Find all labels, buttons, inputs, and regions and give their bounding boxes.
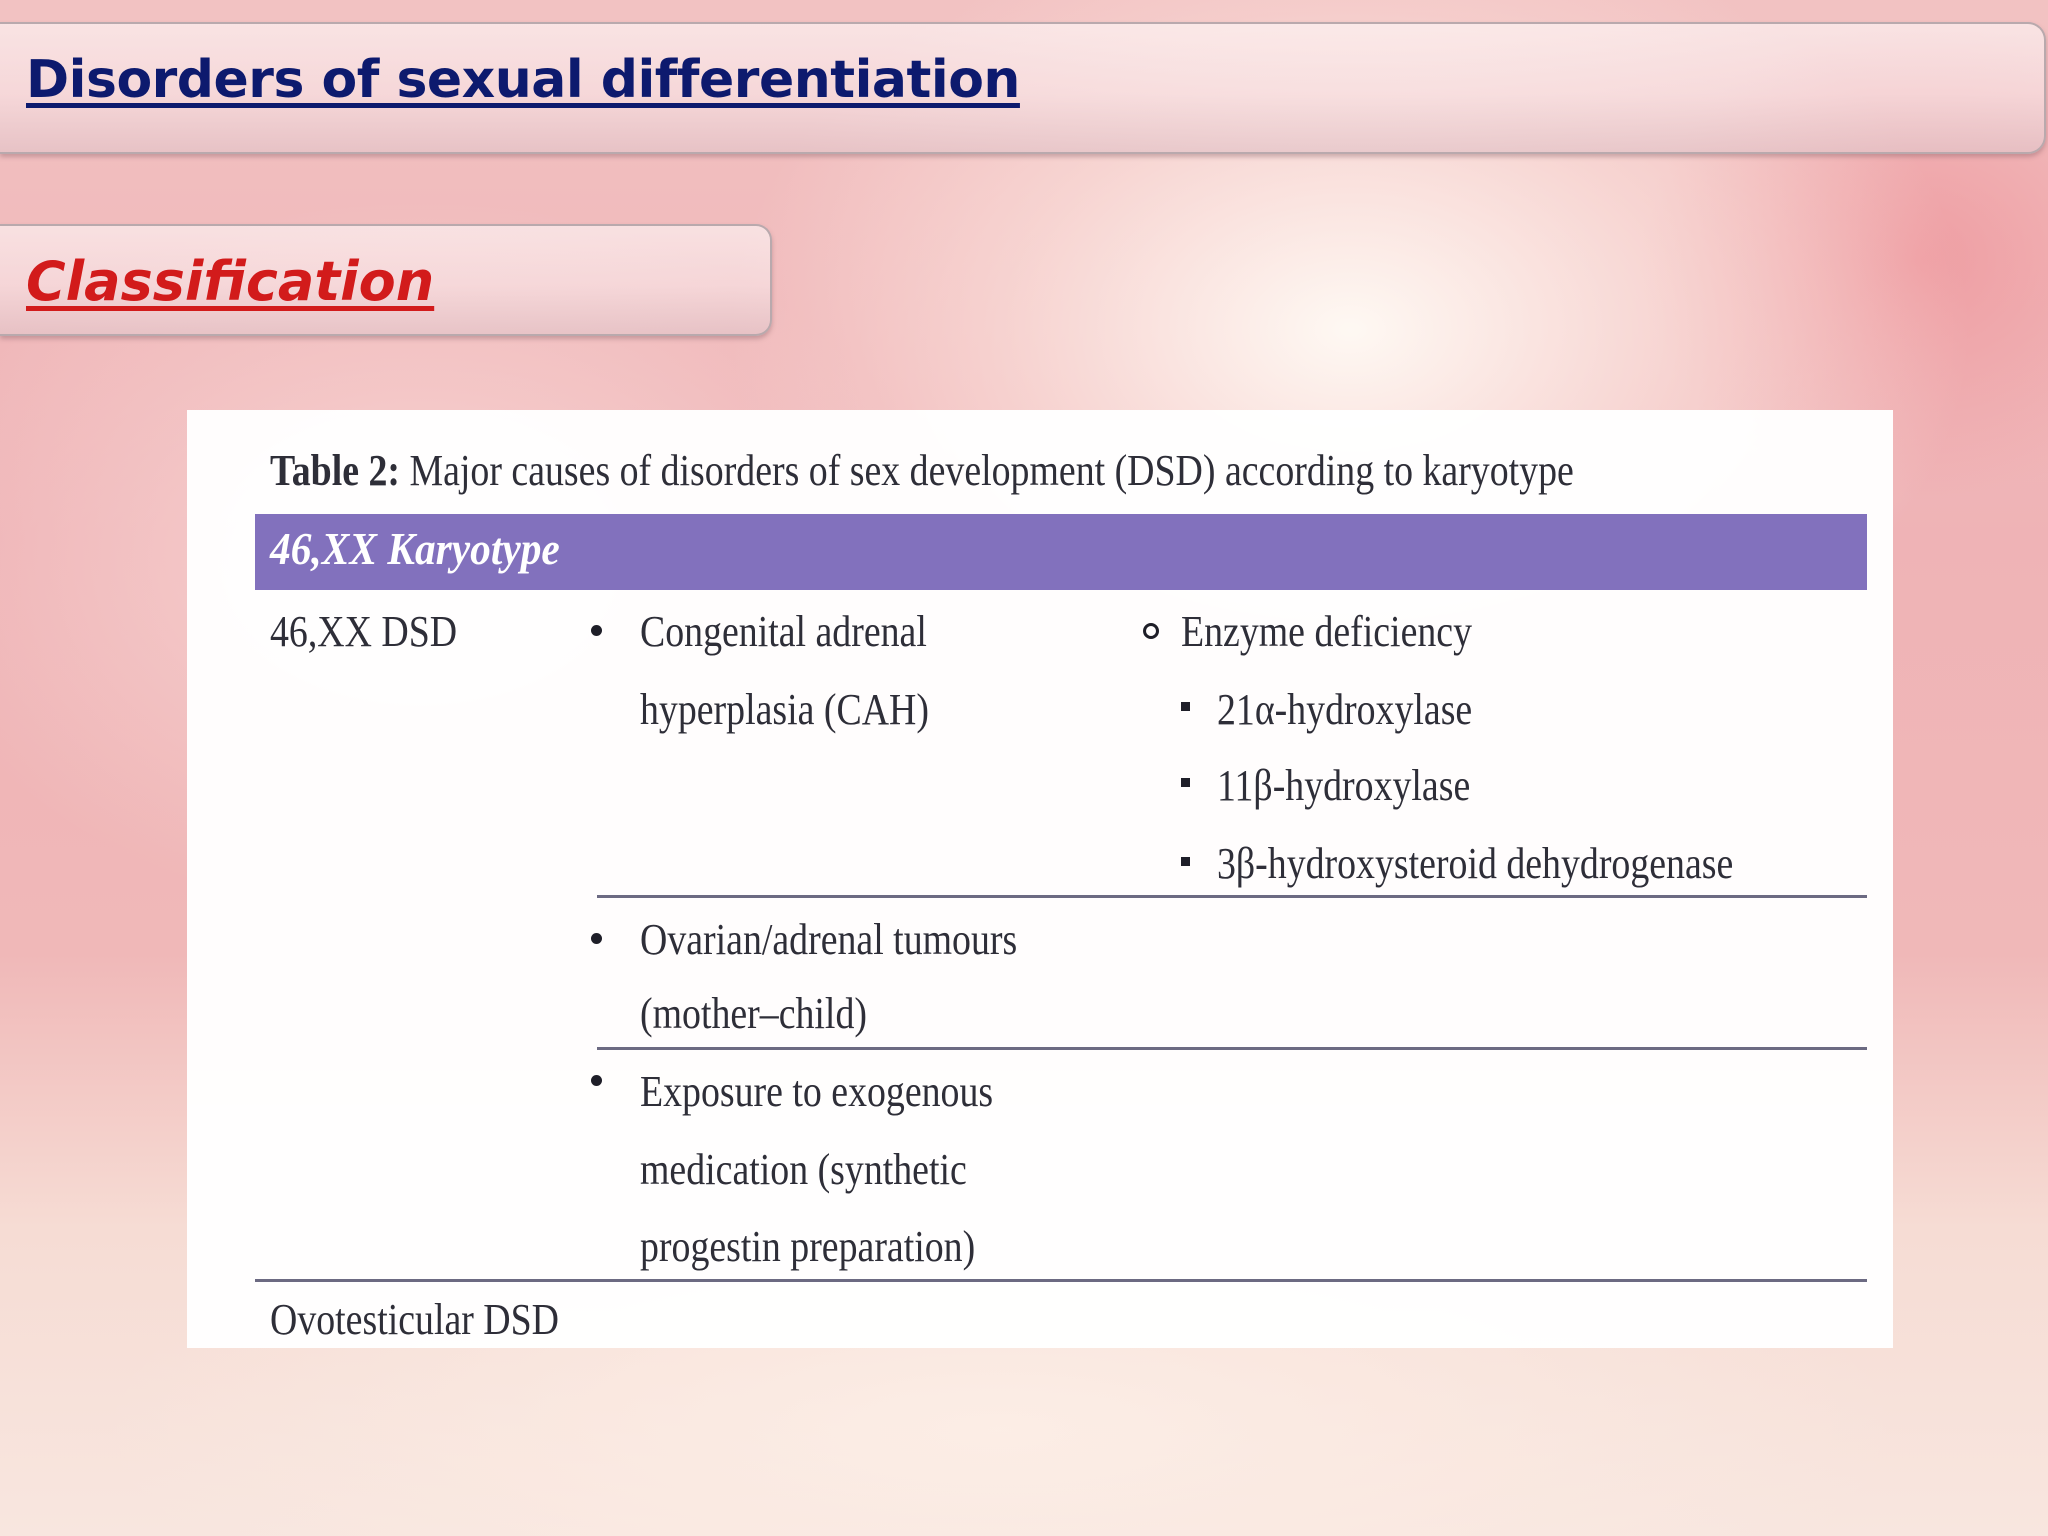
category-46xx-dsd: 46,XX DSD (270, 607, 458, 656)
cause-cah-line1: Congenital adrenal (640, 607, 927, 656)
table-caption: Table 2: Major causes of disorders of se… (270, 445, 1574, 496)
enzyme-detail: 3β-hydroxysteroid dehydrogenase (1217, 839, 1734, 888)
karyotype-header-text: 46,XX Karyotype (270, 523, 560, 574)
bullet-square-icon (1181, 778, 1190, 787)
cause-cah-line2: hyperplasia (CAH) (640, 685, 929, 734)
subcause-enzyme-deficiency: Enzyme deficiency (1181, 607, 1473, 656)
slide-title: Disorders of sexual differentiation (26, 50, 1020, 110)
bullet-square-icon (1181, 702, 1190, 711)
cause-medication-line2: medication (synthetic (640, 1145, 967, 1194)
cause-medication-line3: progestin preparation) (640, 1222, 976, 1271)
category-ovotesticular-dsd: Ovotesticular DSD (270, 1295, 560, 1344)
bullet-square-icon (1181, 857, 1190, 866)
dsd-table: Table 2: Major causes of disorders of se… (187, 410, 1893, 1348)
table-caption-text: Major causes of disorders of sex develop… (400, 446, 1574, 495)
section-heading: Classification (26, 250, 435, 313)
cause-tumours-line1: Ovarian/adrenal tumours (640, 915, 1018, 964)
bullet-dot-icon (591, 1075, 602, 1086)
enzyme-detail: 21α-hydroxylase (1217, 685, 1473, 734)
table-caption-label: Table 2: (270, 446, 401, 495)
cause-medication-line1: Exposure to exogenous (640, 1067, 994, 1116)
row-divider (255, 1279, 1867, 1282)
row-divider (597, 895, 1867, 898)
bullet-circle-icon (1143, 623, 1159, 639)
cause-tumours-line2: (mother–child) (640, 989, 867, 1038)
row-divider (597, 1047, 1867, 1050)
enzyme-detail: 11β-hydroxylase (1217, 761, 1471, 810)
bullet-dot-icon (591, 625, 602, 636)
bullet-dot-icon (591, 933, 602, 944)
